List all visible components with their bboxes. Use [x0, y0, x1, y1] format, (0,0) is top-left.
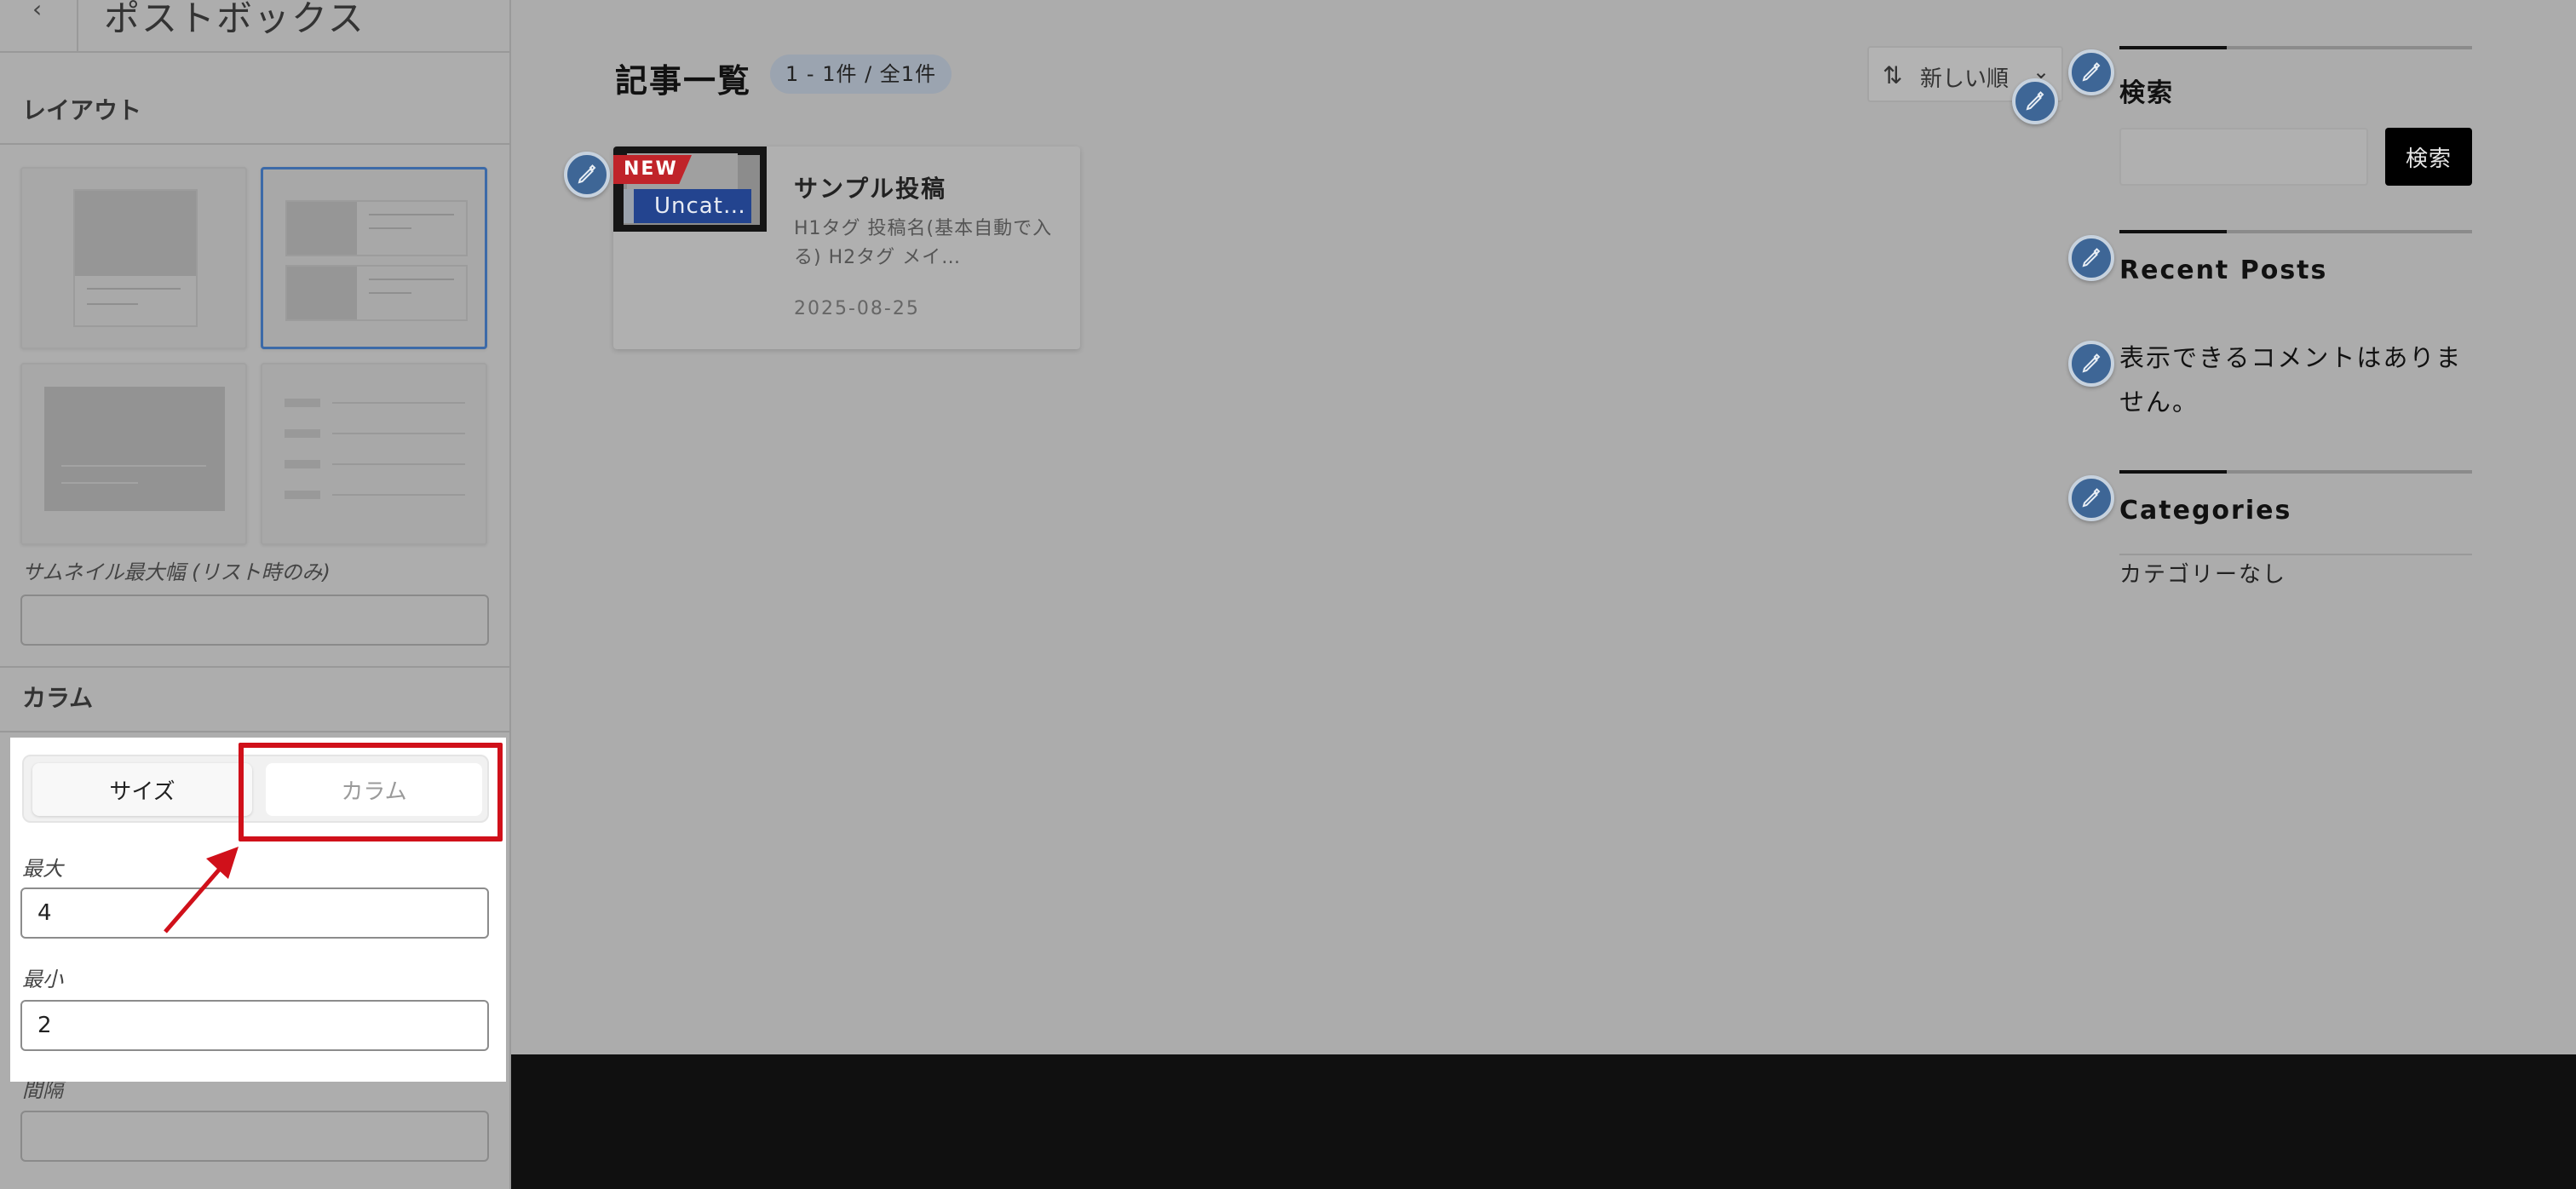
gap-input[interactable]	[20, 1111, 489, 1162]
edit-categories-pencil-icon[interactable]	[2068, 475, 2114, 521]
edit-search-pencil-icon[interactable]	[2068, 49, 2114, 95]
layout-option-simple[interactable]	[261, 363, 487, 545]
thumbnail-width-input[interactable]	[20, 594, 489, 646]
post-title[interactable]: サンプル投稿	[794, 170, 946, 204]
widget-divider	[2119, 230, 2472, 233]
edit-comments-pencil-icon[interactable]	[2068, 341, 2114, 387]
post-card[interactable]: Uncat… NEW サンプル投稿 H1タグ 投稿名(基本自動で入る) H2タグ…	[613, 146, 1080, 349]
max-columns-input[interactable]	[20, 887, 489, 939]
list-preview-icon	[285, 265, 468, 321]
min-label: 最小	[22, 968, 63, 991]
search-button[interactable]: 検索	[2385, 128, 2472, 186]
search-input[interactable]	[2119, 128, 2368, 186]
sidebar-title: ポストボックス	[104, 0, 365, 39]
edit-recent-posts-pencil-icon[interactable]	[2068, 235, 2114, 281]
edit-post-pencil-icon[interactable]	[564, 152, 610, 198]
recent-posts-title: Recent Posts	[2119, 256, 2328, 285]
column-section-header[interactable]: カラム	[0, 666, 509, 732]
no-comments-text: 表示できるコメントはありません。	[2119, 343, 2463, 416]
category-chip[interactable]: Uncat…	[624, 189, 751, 223]
max-label: 最大	[22, 857, 63, 881]
size-toggle-button[interactable]: サイズ	[32, 763, 252, 816]
thumb-preview-icon	[44, 387, 225, 511]
back-button[interactable]: ‹	[0, 0, 78, 53]
card-preview-icon	[73, 189, 198, 327]
chevron-left-icon: ‹	[32, 0, 43, 23]
layout-section-header[interactable]: レイアウト	[0, 80, 509, 145]
page-title: 記事一覧	[615, 62, 752, 100]
layout-option-card[interactable]	[20, 167, 247, 349]
sort-icon: ⇅	[1883, 61, 1903, 89]
categories-divider	[2119, 554, 2472, 555]
post-excerpt: H1タグ 投稿名(基本自動で入る) H2タグ メイ…	[794, 218, 1053, 268]
sidebar-header: ‹ ポストボックス	[0, 0, 509, 53]
highlight-box	[239, 743, 503, 841]
post-date: 2025-08-25	[794, 298, 920, 319]
layout-option-list[interactable]	[261, 167, 487, 349]
list-preview-icon	[285, 200, 468, 256]
min-columns-input[interactable]	[20, 1000, 489, 1051]
new-badge: NEW	[613, 155, 692, 184]
count-badge: 1 - 1件 / 全1件	[770, 55, 952, 94]
no-categories-text: カテゴリーなし	[2119, 562, 2287, 588]
search-widget-title: 検索	[2119, 78, 2174, 108]
edit-sort-pencil-icon[interactable]	[2012, 78, 2058, 124]
widget-divider	[2119, 470, 2472, 474]
red-arrow-icon	[164, 847, 239, 933]
thumbnail-width-label: サムネイル最大幅 (リスト時のみ)	[22, 560, 331, 584]
categories-title: Categories	[2119, 496, 2292, 526]
post-thumbnail: Uncat… NEW	[613, 146, 767, 232]
layout-option-thumb[interactable]	[20, 363, 247, 545]
footer	[511, 1054, 2576, 1189]
widget-divider	[2119, 46, 2472, 49]
sort-label: 新しい順	[1920, 66, 2010, 92]
